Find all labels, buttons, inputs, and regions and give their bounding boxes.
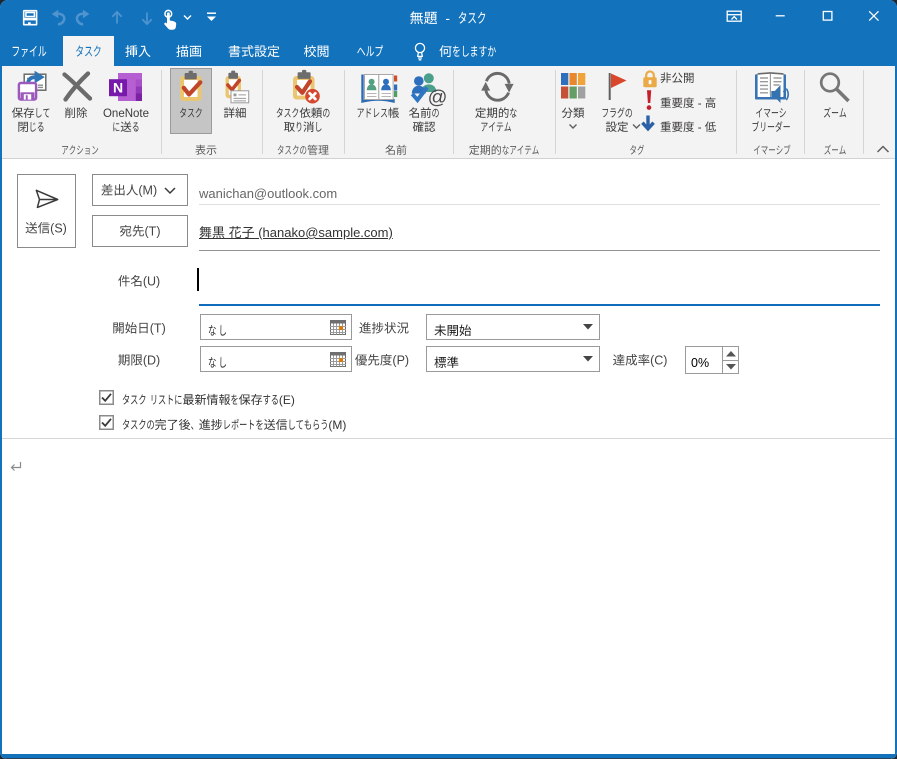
svg-text:N: N [113,80,123,96]
svg-text:@: @ [428,87,448,109]
